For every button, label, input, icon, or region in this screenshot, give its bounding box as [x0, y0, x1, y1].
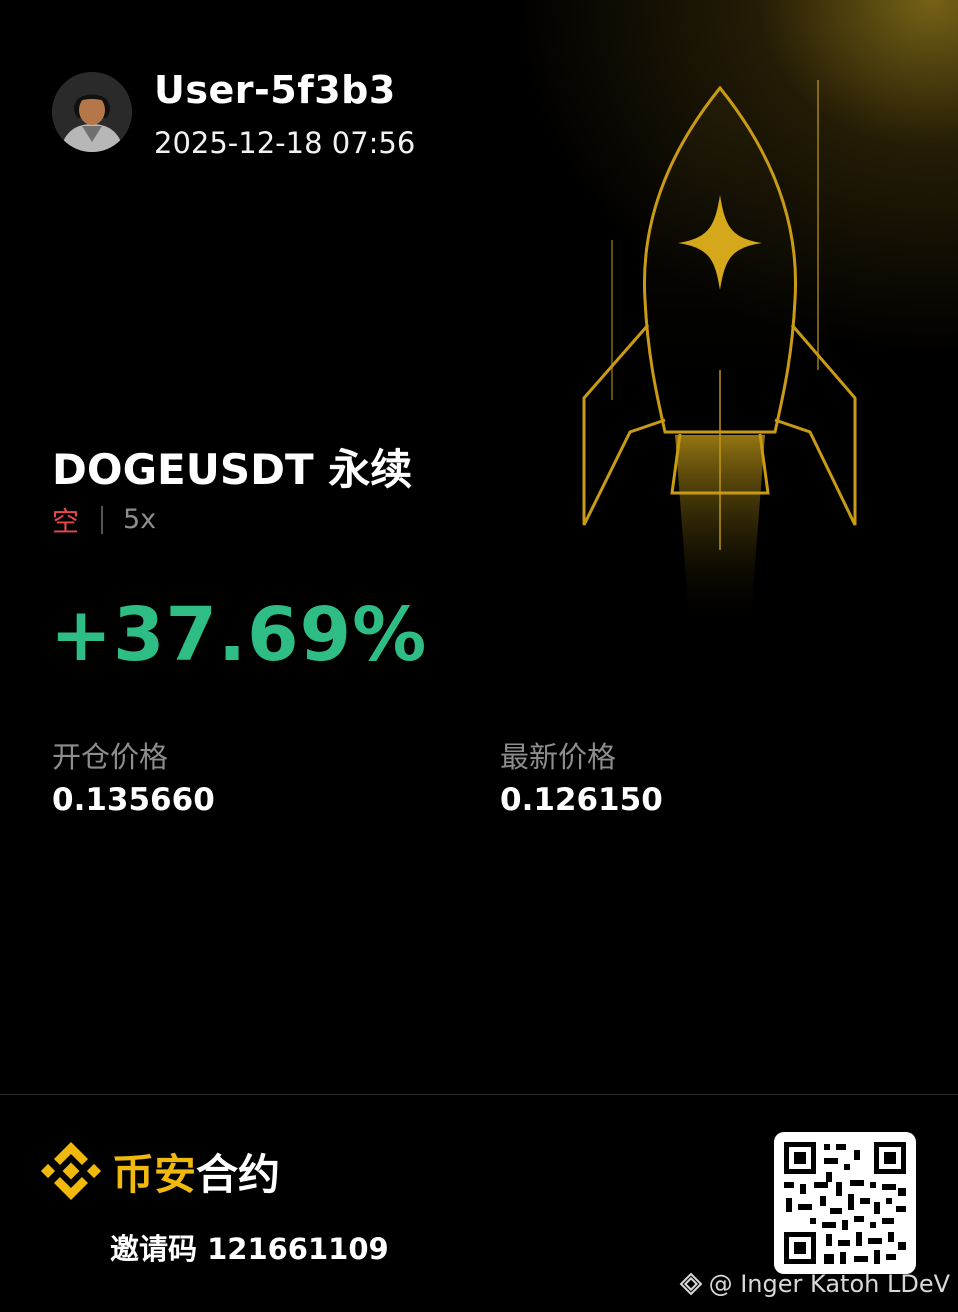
avatar[interactable] — [52, 72, 132, 152]
position-side: 空 — [52, 507, 79, 538]
divider — [101, 505, 103, 534]
entry-price-label: 开仓价格 — [52, 740, 169, 774]
brand-name-part2: 合约 — [196, 1149, 281, 1199]
pnl-percent: +37.69% — [50, 592, 428, 678]
watermark: @ Inger Katoh LDeV — [677, 1270, 950, 1298]
invite-code: 邀请码 121661109 — [110, 1232, 389, 1266]
position-meta: 空 5x — [52, 500, 156, 539]
latest-price-label: 最新价格 — [500, 740, 617, 774]
entry-price-value: 0.135660 — [52, 782, 215, 818]
footer-divider — [0, 1094, 958, 1095]
brand-name-part1: 币安 — [112, 1149, 197, 1199]
trading-pair: DOGEUSDT 永续 — [52, 445, 413, 494]
qr-code — [774, 1132, 916, 1274]
leverage: 5x — [123, 504, 157, 535]
brand-logo: 币安合约 — [40, 1140, 280, 1202]
watermark-text: @ Inger Katoh LDeV — [708, 1270, 950, 1298]
share-datetime: 2025-12-18 07:56 — [154, 126, 416, 160]
brand-name: 币安合约 — [112, 1141, 280, 1202]
rocket-illustration — [582, 80, 857, 630]
latest-price-value: 0.126150 — [500, 782, 663, 818]
username: User-5f3b3 — [154, 68, 396, 112]
binance-logo-icon — [40, 1142, 102, 1200]
binance-square-icon — [679, 1272, 703, 1296]
